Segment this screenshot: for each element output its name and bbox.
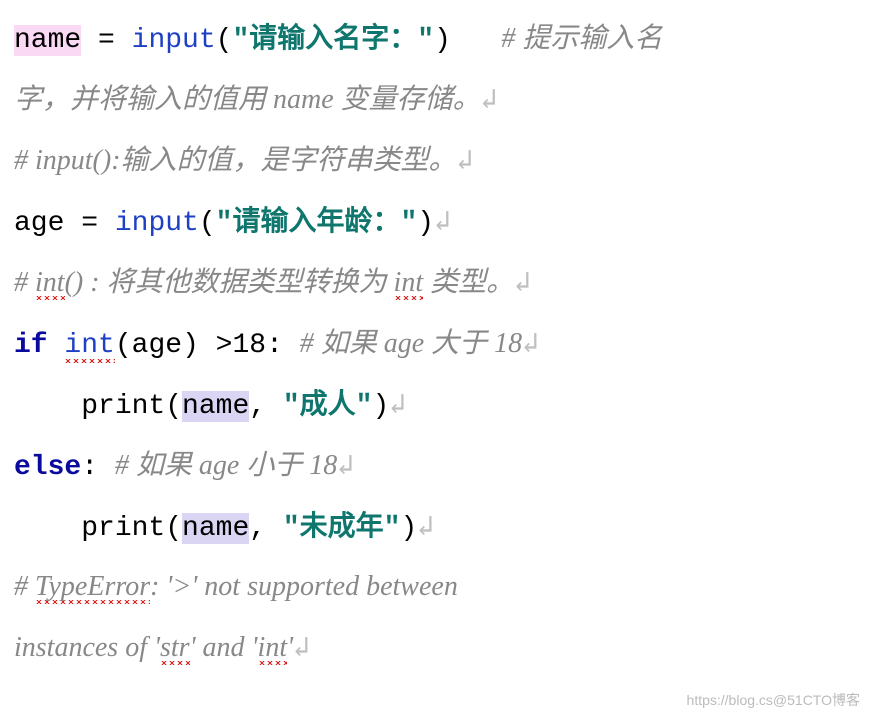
var-age: age [132, 330, 182, 361]
line-1: name = input("请输入名字：") # 提示输入名 [14, 25, 662, 56]
string-literal: "请输入年龄：" [216, 208, 418, 239]
comment: 类型。 [423, 267, 514, 298]
newline-icon: ↲ [417, 509, 434, 542]
paren-open: ( [165, 391, 182, 422]
comma: , [249, 391, 283, 422]
var-age: age [14, 208, 64, 239]
var-name: name [14, 25, 81, 56]
string-literal: "未成年" [283, 513, 401, 544]
fn-input: input [132, 25, 216, 56]
comment: # 如果 age 小于 18 [115, 450, 337, 481]
kw-if: if [14, 330, 48, 361]
indent [14, 513, 81, 544]
indent [14, 391, 81, 422]
newline-icon: ↲ [514, 265, 531, 298]
comment-int: int [258, 632, 288, 665]
line-6: if int(age) >18: # 如果 age 大于 18↲ [14, 330, 539, 361]
line-8: else: # 如果 age 小于 18↲ [14, 452, 354, 483]
fn-input: input [115, 208, 199, 239]
comment: () : 将其他数据类型转换为 [65, 267, 394, 298]
line-7: print(name, "成人")↲ [14, 391, 406, 422]
paren-open: ( [199, 208, 216, 239]
newline-icon: ↲ [481, 82, 498, 115]
newline-icon: ↲ [293, 630, 310, 663]
fn-int: int [64, 330, 114, 363]
comment: 字，并将输入的值用 name 变量存储。 [14, 84, 481, 115]
var-name: name [182, 513, 249, 544]
line-11: instances of 'str' and 'int'↲ [14, 634, 310, 665]
comment: # input():输入的值，是字符串类型。 [14, 145, 457, 176]
newline-icon: ↲ [389, 387, 406, 420]
paren-close: ) [372, 391, 389, 422]
comment-str: str [160, 632, 190, 665]
var-name: name [182, 391, 249, 422]
space [451, 25, 501, 56]
space [48, 330, 65, 361]
code-block: name = input("请输入名字：") # 提示输入名 字，并将输入的值用… [14, 10, 856, 679]
comment: # 提示输入名 [501, 23, 662, 54]
paren-close: ) [434, 25, 451, 56]
colon: : [81, 452, 115, 483]
fn-print: print [81, 391, 165, 422]
paren-open: ( [115, 330, 132, 361]
paren-close: ) [400, 513, 417, 544]
string-literal: "成人" [283, 391, 373, 422]
paren-open: ( [216, 25, 233, 56]
op-eq: = [81, 25, 131, 56]
comment: # [14, 267, 35, 298]
newline-icon: ↲ [522, 326, 539, 359]
comment: # [14, 571, 35, 602]
string-literal: "请输入名字：" [232, 25, 434, 56]
watermark: https://blog.cs@51CTO博客 [687, 690, 860, 710]
paren-open: ( [165, 513, 182, 544]
newline-icon: ↲ [337, 448, 354, 481]
paren-close-gt: ) > [182, 330, 232, 361]
paren-close: ) [417, 208, 434, 239]
comment-int: int [35, 267, 65, 300]
line-2: 字，并将输入的值用 name 变量存储。↲ [14, 86, 498, 117]
comment: ' and ' [190, 632, 258, 663]
comment-typeerror: TypeError [35, 571, 150, 604]
line-5: # int() : 将其他数据类型转换为 int 类型。↲ [14, 269, 531, 300]
line-4: age = input("请输入年龄：")↲ [14, 208, 451, 239]
kw-else: else [14, 452, 81, 483]
op-eq: = [64, 208, 114, 239]
line-3: # input():输入的值，是字符串类型。↲ [14, 147, 473, 178]
num-18: 18 [233, 330, 267, 361]
comment: # 如果 age 大于 18 [300, 328, 522, 359]
fn-print: print [81, 513, 165, 544]
line-10: # TypeError: '>' not supported between [14, 573, 465, 604]
comment-int: int [394, 267, 424, 300]
colon: : [266, 330, 300, 361]
newline-icon: ↲ [457, 143, 474, 176]
newline-icon: ↲ [434, 204, 451, 237]
comma: , [249, 513, 283, 544]
comment: : '>' not supported between [150, 571, 465, 602]
line-9: print(name, "未成年")↲ [14, 513, 434, 544]
comment: instances of ' [14, 632, 160, 663]
